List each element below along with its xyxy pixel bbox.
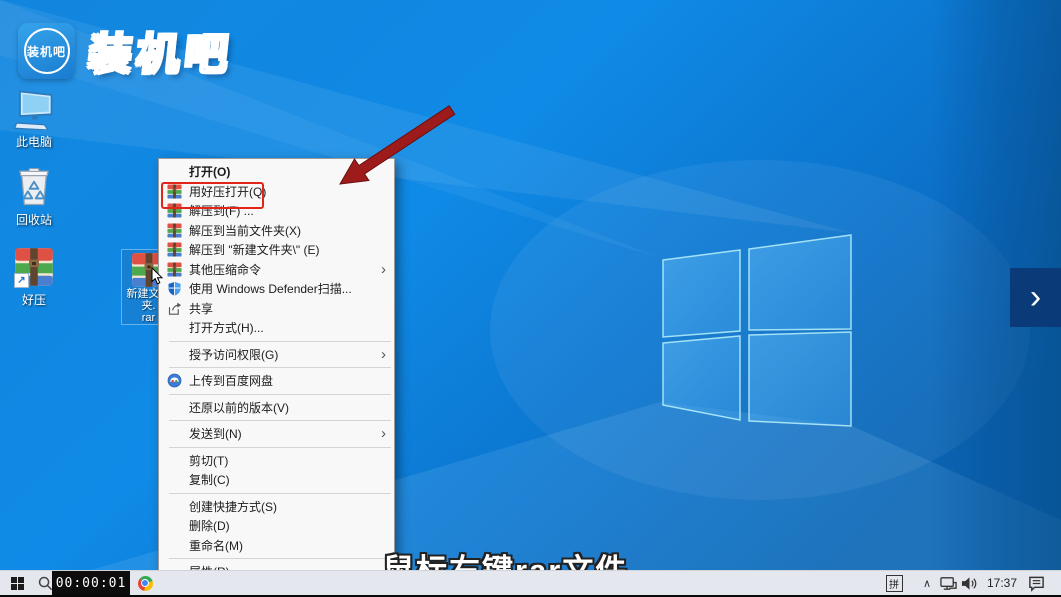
chevron-right-icon: › xyxy=(1030,278,1041,317)
menu-item-label: 共享 xyxy=(189,300,213,317)
menu-item-label: 重命名(M) xyxy=(189,537,243,554)
menu-item-copy[interactable]: 复制(C) xyxy=(159,470,394,490)
menu-item-label: 其他压缩命令 xyxy=(189,261,261,278)
haozip-icon xyxy=(167,223,182,238)
menu-item-label: 用好压打开(Q) xyxy=(189,183,266,200)
submenu-arrow-icon: › xyxy=(381,347,388,362)
menu-item-share[interactable]: 共享 xyxy=(159,299,394,319)
haozip-icon xyxy=(167,203,182,218)
action-center-icon xyxy=(1027,575,1046,592)
desktop-icon-this-pc[interactable]: 此电脑 xyxy=(2,88,66,150)
menu-item-label: 解压到(F) ... xyxy=(189,202,254,219)
menu-item-open-with[interactable]: 打开方式(H)... xyxy=(159,318,394,338)
menu-item-grant-access[interactable]: 授予访问权限(G) › xyxy=(159,345,394,365)
search-icon xyxy=(37,575,54,592)
menu-item-label: 授予访问权限(G) xyxy=(189,346,278,363)
menu-item-rename[interactable]: 重命名(M) xyxy=(159,536,394,556)
menu-separator xyxy=(169,420,391,421)
action-center-button[interactable] xyxy=(1024,571,1048,595)
tray-expand-button[interactable]: ∧ xyxy=(918,571,936,595)
desktop-icon-recycle-bin[interactable]: 回收站 xyxy=(2,166,66,228)
recycle-bin-icon xyxy=(13,166,55,208)
menu-item-delete[interactable]: 删除(D) xyxy=(159,516,394,536)
menu-separator xyxy=(169,341,391,342)
menu-separator xyxy=(169,493,391,494)
menu-item-windows-defender-scan[interactable]: 使用 Windows Defender扫描... xyxy=(159,279,394,299)
haozip-icon xyxy=(167,262,182,277)
shortcut-arrow-icon: ↗ xyxy=(14,273,29,288)
menu-item-label: 还原以前的版本(V) xyxy=(189,399,289,416)
menu-separator xyxy=(169,558,391,559)
context-menu: 打开(O) 用好压打开(Q) 解压到(F) ... 解压到当前文件夹(X) 解压… xyxy=(158,158,395,586)
logo-badge-icon: 装机吧 xyxy=(18,23,75,79)
menu-item-label: 使用 Windows Defender扫描... xyxy=(189,280,352,297)
selected-file-name-line2: rar xyxy=(142,312,155,324)
branding-logo: 装机吧 装机吧 xyxy=(18,20,233,82)
desktop-icon-label: 回收站 xyxy=(16,211,52,228)
ime-indicator[interactable]: 拼 xyxy=(884,571,904,595)
desktop-icon-haozip[interactable]: ↗ 好压 xyxy=(2,246,66,308)
taskbar-chrome-button[interactable] xyxy=(133,571,157,595)
menu-item-label: 创建快捷方式(S) xyxy=(189,498,277,515)
menu-separator xyxy=(169,367,391,368)
menu-item-label: 打开(O) xyxy=(189,163,230,180)
menu-item-label: 解压到 "新建文件夹\" (E) xyxy=(189,241,320,258)
menu-item-label: 上传到百度网盘 xyxy=(189,372,273,389)
haozip-icon xyxy=(167,242,182,257)
carousel-next-button[interactable]: › xyxy=(1010,268,1061,327)
logo-badge-text: 装机吧 xyxy=(27,43,66,60)
this-pc-icon xyxy=(13,88,55,130)
chrome-icon xyxy=(138,576,153,591)
menu-item-extract-to-current-folder[interactable]: 解压到当前文件夹(X) xyxy=(159,221,394,241)
menu-item-extract-to[interactable]: 解压到(F) ... xyxy=(159,201,394,221)
menu-item-label: 剪切(T) xyxy=(189,452,228,469)
taskbar-clock[interactable]: 17:37 xyxy=(980,571,1024,595)
menu-item-label: 删除(D) xyxy=(189,517,230,534)
network-icon xyxy=(939,575,958,592)
menu-item-open[interactable]: 打开(O) xyxy=(159,162,394,182)
recording-timer: 00:00:01 xyxy=(52,571,130,595)
menu-item-restore-previous-versions[interactable]: 还原以前的版本(V) xyxy=(159,398,394,418)
menu-item-create-shortcut[interactable]: 创建快捷方式(S) xyxy=(159,497,394,517)
taskbar: 00:00:01 拼 ∧ 17:37 xyxy=(0,570,1061,595)
menu-separator xyxy=(169,447,391,448)
menu-item-open-with-haozip[interactable]: 用好压打开(Q) xyxy=(159,182,394,202)
desktop-icon-label: 好压 xyxy=(22,291,46,308)
desktop-icon-label: 此电脑 xyxy=(16,133,52,150)
menu-item-cut[interactable]: 剪切(T) xyxy=(159,451,394,471)
menu-separator xyxy=(169,394,391,395)
logo-title: 装机吧 xyxy=(86,20,237,82)
timer-value: 00:00:01 xyxy=(56,576,127,591)
tray-network-button[interactable] xyxy=(938,571,958,595)
submenu-arrow-icon: › xyxy=(381,262,388,277)
start-button[interactable] xyxy=(2,571,32,595)
menu-item-extract-to-named-folder[interactable]: 解压到 "新建文件夹\" (E) xyxy=(159,240,394,260)
windows-logo-icon xyxy=(11,577,24,590)
share-icon xyxy=(167,301,182,316)
defender-shield-icon xyxy=(167,281,182,296)
chevron-up-icon: ∧ xyxy=(923,577,931,590)
tray-volume-button[interactable] xyxy=(958,571,980,595)
haozip-icon xyxy=(167,184,182,199)
menu-item-other-compression-commands[interactable]: 其他压缩命令 › xyxy=(159,260,394,280)
speaker-icon xyxy=(960,575,979,592)
menu-item-label: 打开方式(H)... xyxy=(189,319,264,336)
menu-item-label: 解压到当前文件夹(X) xyxy=(189,222,301,239)
menu-item-label: 发送到(N) xyxy=(189,425,242,442)
submenu-arrow-icon: › xyxy=(381,426,388,441)
menu-item-send-to[interactable]: 发送到(N) › xyxy=(159,424,394,444)
menu-item-upload-to-baidu-netdisk[interactable]: 上传到百度网盘 xyxy=(159,371,394,391)
baidu-netdisk-icon xyxy=(167,373,182,388)
clock-value: 17:37 xyxy=(987,576,1017,590)
ime-badge: 拼 xyxy=(886,575,903,592)
menu-item-label: 复制(C) xyxy=(189,471,230,488)
desktop: 装机吧 装机吧 此电脑 回收站 ↗ 好压 新建文件夹. rar 打开(O) 用好… xyxy=(0,0,1061,597)
